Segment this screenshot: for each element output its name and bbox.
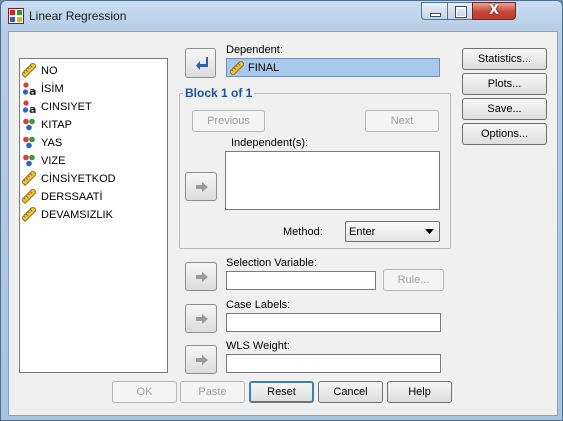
previous-button[interactable]: Previous [192, 110, 265, 132]
help-button[interactable]: Help [387, 381, 452, 403]
next-button[interactable]: Next [365, 110, 439, 132]
maximize-button[interactable] [447, 2, 473, 20]
arrow-right-icon [196, 314, 208, 324]
rule-button[interactable]: Rule... [383, 269, 444, 291]
minimize-icon [431, 14, 440, 16]
minimize-button[interactable] [421, 2, 448, 20]
variable-list-item[interactable]: YAS [22, 134, 162, 152]
linear-regression-dialog: Linear Regression X NO a İSİM a CINSIYET KITA… [0, 0, 563, 421]
paste-button[interactable]: Paste [180, 381, 245, 403]
variable-name: YAS [41, 137, 63, 149]
nominal-balls-icon [23, 136, 35, 149]
chevron-down-icon [425, 229, 434, 234]
maximize-icon [455, 6, 467, 18]
reset-button[interactable]: Reset [249, 381, 314, 403]
nominal-balls-icon [23, 154, 35, 167]
variable-list-item[interactable]: KITAP [22, 116, 162, 134]
arrow-right-icon [196, 355, 208, 365]
variable-list-item[interactable]: a CINSIYET [22, 98, 162, 116]
next-label: Next [390, 115, 414, 127]
move-to-selection-button[interactable] [185, 262, 217, 291]
ok-button[interactable]: OK [112, 381, 177, 403]
cancel-button[interactable]: Cancel [318, 381, 383, 403]
nominal-string-icon: a [22, 100, 36, 114]
variable-name: CİNSİYETKOD [41, 173, 116, 185]
variable-list-item[interactable]: a İSİM [22, 80, 162, 98]
selection-variable-field[interactable] [226, 271, 376, 290]
reset-label: Reset [267, 386, 296, 398]
move-to-independents-button[interactable] [185, 172, 217, 201]
dependent-value: FINAL [248, 62, 280, 74]
variable-name: İSİM [41, 83, 64, 95]
independents-label: Independent(s): [231, 137, 309, 149]
move-to-wls-button[interactable] [185, 345, 217, 374]
close-button[interactable]: X [472, 2, 516, 20]
variable-list[interactable]: NO a İSİM a CINSIYET KITAP YAS VIZE CİNSİYETKOD D… [19, 58, 168, 373]
dialog-body: NO a İSİM a CINSIYET KITAP YAS VIZE CİNSİYETKOD D… [8, 31, 558, 416]
scale-ruler-icon [22, 207, 36, 222]
statistics-button[interactable]: Statistics... [462, 48, 547, 70]
arrow-back-icon [196, 57, 208, 70]
variable-list-item[interactable]: VIZE [22, 152, 162, 170]
arrow-right-icon [196, 182, 208, 192]
spss-app-icon [8, 8, 24, 24]
scale-ruler-icon [22, 189, 36, 204]
svg-text:a: a [29, 103, 36, 114]
variable-list-item[interactable]: DERSSAATİ [22, 188, 162, 206]
method-value: Enter [349, 226, 376, 238]
variable-list-item[interactable]: NO [22, 62, 162, 80]
case-labels-field[interactable] [226, 313, 441, 332]
window-title: Linear Regression [29, 9, 127, 23]
variable-list-item[interactable]: DEVAMSIZLIK [22, 206, 162, 224]
case-labels-label: Case Labels: [226, 299, 291, 311]
method-select[interactable]: Enter [345, 221, 440, 242]
wls-weight-label: WLS Weight: [226, 340, 290, 352]
method-label: Method: [283, 226, 323, 238]
variable-name: CINSIYET [41, 101, 92, 113]
arrow-right-icon [196, 272, 208, 282]
save-button[interactable]: Save... [462, 98, 547, 120]
help-label: Help [408, 386, 431, 398]
scale-ruler-icon [22, 63, 36, 78]
dependent-label: Dependent: [226, 44, 283, 56]
previous-label: Previous [207, 115, 250, 127]
nominal-string-icon: a [22, 82, 36, 96]
save-label: Save... [487, 103, 522, 115]
independents-list[interactable] [225, 151, 440, 210]
wls-weight-field[interactable] [226, 354, 441, 373]
variable-name: DERSSAATİ [41, 191, 103, 203]
rule-label: Rule... [397, 274, 430, 286]
plots-label: Plots... [487, 78, 522, 90]
cancel-label: Cancel [333, 386, 368, 398]
title-bar[interactable]: Linear Regression X [1, 1, 562, 31]
nominal-balls-icon [23, 118, 35, 131]
dependent-field[interactable]: FINAL [226, 58, 440, 77]
selection-variable-label: Selection Variable: [226, 257, 317, 269]
move-to-dependent-button[interactable] [185, 48, 216, 78]
plots-button[interactable]: Plots... [462, 73, 547, 95]
statistics-label: Statistics... [477, 53, 532, 65]
variable-name: DEVAMSIZLIK [41, 209, 113, 221]
ok-label: OK [136, 386, 153, 398]
block-title: Block 1 of 1 [183, 86, 255, 100]
paste-label: Paste [198, 386, 227, 398]
variable-name: KITAP [41, 119, 72, 131]
scale-ruler-icon [230, 61, 244, 75]
options-button[interactable]: Options... [462, 123, 547, 145]
close-icon: X [488, 3, 500, 18]
scale-ruler-icon [22, 171, 36, 186]
options-label: Options... [480, 128, 529, 140]
variable-name: VIZE [41, 155, 66, 167]
variable-list-item[interactable]: CİNSİYETKOD [22, 170, 162, 188]
move-to-case-labels-button[interactable] [185, 304, 217, 333]
variable-name: NO [41, 65, 58, 77]
svg-text:a: a [29, 85, 36, 96]
